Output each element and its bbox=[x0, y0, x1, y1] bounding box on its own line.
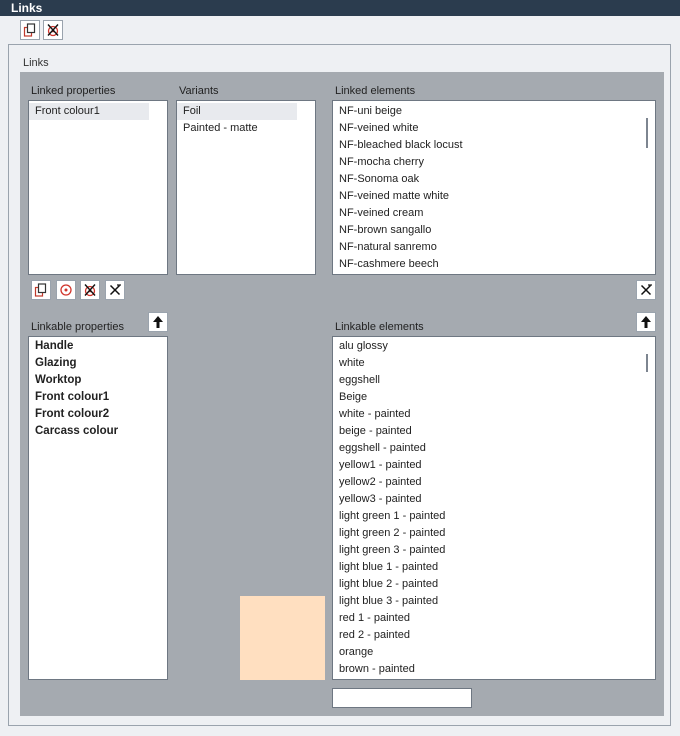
list-item[interactable]: NF-bleached black locust bbox=[333, 137, 655, 154]
copy-button[interactable] bbox=[20, 20, 40, 40]
remove-property-button[interactable] bbox=[105, 280, 125, 300]
linked-elements-list[interactable]: NF-uni beige NF-veined white NF-bleached… bbox=[332, 100, 656, 275]
list-item[interactable]: light green 3 - painted bbox=[333, 542, 655, 559]
remove-element-button[interactable] bbox=[636, 280, 656, 300]
list-item[interactable]: Beige bbox=[333, 389, 655, 406]
list-item[interactable]: Front colour1 bbox=[29, 389, 167, 406]
list-item[interactable]: Glazing bbox=[29, 355, 167, 372]
arrow-up-icon bbox=[153, 316, 163, 328]
linkable-elements-list[interactable]: alu glossy white eggshell Beige white - … bbox=[332, 336, 656, 680]
colour-preview-swatch bbox=[240, 596, 325, 680]
list-item[interactable]: yellow1 - painted bbox=[333, 457, 655, 474]
linked-elements-label: Linked elements bbox=[335, 85, 416, 97]
list-item[interactable]: light green 1 - painted bbox=[333, 508, 655, 525]
add-element-button[interactable] bbox=[636, 312, 656, 332]
linkable-properties-list[interactable]: Handle Glazing Worktop Front colour1 Fro… bbox=[28, 336, 168, 680]
list-item[interactable]: red 2 - painted bbox=[333, 627, 655, 644]
remove-x-icon bbox=[640, 284, 652, 296]
linkable-elements-label: Linkable elements bbox=[335, 321, 424, 333]
list-item[interactable]: NF-Sonoma oak bbox=[333, 171, 655, 188]
list-item[interactable]: light green 2 - painted bbox=[333, 525, 655, 542]
links-group-label: Links bbox=[23, 57, 49, 69]
list-item[interactable]: white bbox=[333, 355, 655, 372]
scrollbar-thumb[interactable] bbox=[646, 354, 648, 372]
unlink-button[interactable] bbox=[43, 20, 63, 40]
list-item[interactable]: alu glossy bbox=[333, 338, 655, 355]
list-item[interactable]: NF-veined matte white bbox=[333, 188, 655, 205]
list-item[interactable]: NF-natural sanremo bbox=[333, 239, 655, 256]
list-item[interactable]: NF-veined cream bbox=[333, 205, 655, 222]
add-property-button[interactable] bbox=[148, 312, 168, 332]
variants-label: Variants bbox=[179, 85, 219, 97]
list-item[interactable]: red 1 - painted bbox=[333, 610, 655, 627]
list-item[interactable]: white - painted bbox=[333, 406, 655, 423]
arrow-up-icon bbox=[641, 316, 651, 328]
list-item[interactable]: eggshell - painted bbox=[333, 440, 655, 457]
remove-x-icon bbox=[109, 284, 121, 296]
variants-list[interactable]: Foil Painted - matte bbox=[176, 100, 316, 275]
list-item[interactable]: Front colour2 bbox=[29, 406, 167, 423]
list-item[interactable]: NF-mocha cherry bbox=[333, 154, 655, 171]
unlink-target-icon bbox=[84, 284, 96, 297]
linked-properties-list[interactable]: Front colour1 bbox=[28, 100, 168, 275]
copy-property-button[interactable] bbox=[31, 280, 51, 300]
list-item[interactable]: brown - painted bbox=[333, 661, 655, 678]
copy-icon bbox=[34, 283, 47, 297]
list-item[interactable]: Foil bbox=[177, 103, 297, 120]
window-title: Links bbox=[0, 0, 680, 16]
list-item[interactable]: yellow2 - painted bbox=[333, 474, 655, 491]
linked-properties-label: Linked properties bbox=[31, 85, 116, 97]
scrollbar-thumb[interactable] bbox=[646, 118, 648, 148]
copy-icon bbox=[23, 23, 36, 37]
list-item[interactable]: yellow3 - painted bbox=[333, 491, 655, 508]
list-item[interactable]: light blue 1 - painted bbox=[333, 559, 655, 576]
list-item[interactable]: beige - painted bbox=[333, 423, 655, 440]
list-item[interactable]: Front colour1 bbox=[29, 103, 149, 120]
unlink-property-button[interactable] bbox=[80, 280, 100, 300]
list-item[interactable]: Painted - matte bbox=[177, 120, 315, 137]
filter-input[interactable] bbox=[332, 688, 472, 708]
list-item[interactable]: NF-cashmere beech bbox=[333, 256, 655, 273]
list-item[interactable]: Carcass colour bbox=[29, 423, 167, 440]
list-item[interactable]: NF-uni beige bbox=[333, 103, 655, 120]
list-item[interactable]: NF-brown sangallo bbox=[333, 222, 655, 239]
list-item[interactable]: NF-veined white bbox=[333, 120, 655, 137]
list-item[interactable]: orange bbox=[333, 644, 655, 661]
list-item[interactable]: light blue 3 - painted bbox=[333, 593, 655, 610]
list-item[interactable]: eggshell bbox=[333, 372, 655, 389]
unlink-target-icon bbox=[47, 24, 59, 37]
select-target-button[interactable] bbox=[56, 280, 76, 300]
list-item[interactable]: light blue 2 - painted bbox=[333, 576, 655, 593]
target-icon bbox=[60, 284, 72, 296]
linkable-properties-label: Linkable properties bbox=[31, 321, 124, 333]
list-item[interactable]: Worktop bbox=[29, 372, 167, 389]
list-item[interactable]: Handle bbox=[29, 338, 167, 355]
